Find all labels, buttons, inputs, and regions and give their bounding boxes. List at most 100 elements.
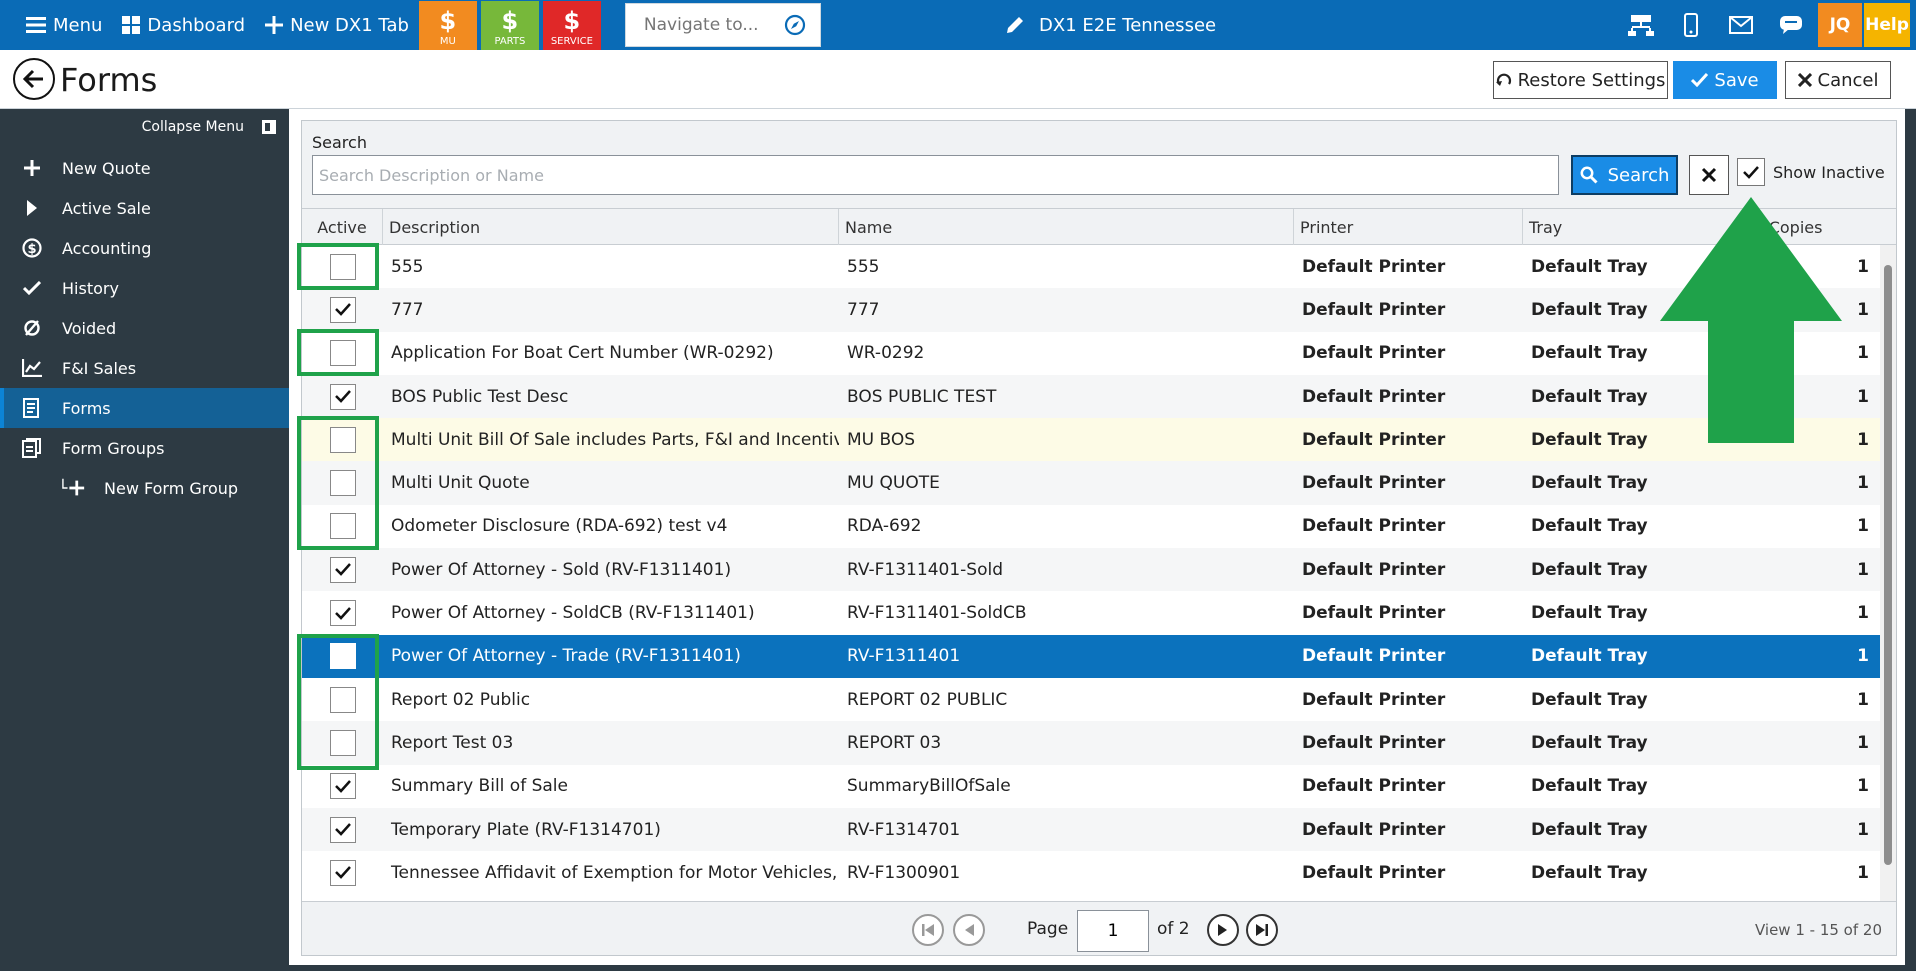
compass-icon[interactable]: [784, 14, 806, 36]
description-cell: Report Test 03: [391, 732, 514, 753]
vertical-scrollbar[interactable]: [1880, 245, 1896, 925]
sidebar-item-form-groups[interactable]: Form Groups: [0, 428, 289, 468]
first-page-button[interactable]: [912, 914, 944, 946]
table-row[interactable]: Odometer Disclosure (RDA-692) test v4 RDA…: [302, 505, 1896, 548]
close-icon: [1701, 167, 1717, 183]
table-row[interactable]: Application For Boat Cert Number (WR-029…: [302, 332, 1896, 375]
table-row[interactable]: Power Of Attorney - SoldCB (RV-F1311401)…: [302, 591, 1896, 634]
active-checkbox[interactable]: [329, 600, 356, 627]
description-cell: Power Of Attorney - Sold (RV-F1311401): [391, 559, 732, 580]
sidebar-item-forms[interactable]: Forms: [0, 388, 289, 428]
sidebar-item-accounting[interactable]: $ Accounting: [0, 228, 289, 268]
column-header-name[interactable]: Name: [839, 209, 1294, 245]
active-checkbox[interactable]: [329, 773, 356, 800]
quick-parts-button[interactable]: $ PARTS: [480, 0, 539, 50]
sidebar-item-history[interactable]: History: [0, 268, 289, 308]
table-row[interactable]: Summary Bill of Sale SummaryBillOfSale Def…: [302, 765, 1896, 808]
new-tab-button[interactable]: New DX1 Tab: [255, 0, 419, 50]
show-inactive-checkbox[interactable]: [1737, 158, 1765, 186]
sitemap-button[interactable]: [1616, 0, 1666, 50]
description-cell: Tennessee Affidavit of Exemption for Mot…: [391, 862, 839, 883]
table-row[interactable]: Power Of Attorney - Sold (RV-F1311401) RV…: [302, 548, 1896, 592]
active-cell: [302, 375, 383, 418]
printer-cell: Default Printer: [1302, 603, 1446, 624]
save-button[interactable]: Save: [1673, 61, 1777, 99]
column-header-description[interactable]: Description: [383, 209, 839, 245]
sidebar-item-new-form-group[interactable]: New Form Group: [0, 468, 289, 508]
column-header-active[interactable]: Active: [302, 209, 383, 245]
restore-settings-button[interactable]: Restore Settings: [1493, 61, 1668, 99]
table-row[interactable]: Multi Unit Quote MU QUOTE Default Printer D…: [302, 461, 1896, 505]
copies-cell: 1: [1857, 559, 1869, 580]
tray-cell: Default Tray: [1531, 473, 1648, 494]
up-arrow-annotation: [1660, 197, 1842, 443]
sidebar-item-label: F&I Sales: [62, 358, 137, 378]
show-inactive-toggle: Show Inactive: [1737, 158, 1885, 186]
back-button[interactable]: [13, 58, 55, 100]
user-avatar-button[interactable]: JQ: [1818, 3, 1862, 47]
table-row[interactable]: Power Of Attorney - Trade (RV-F1311401) R…: [302, 634, 1896, 678]
description-cell: Multi Unit Bill Of Sale includes Parts, …: [391, 429, 839, 450]
search-input[interactable]: [312, 155, 1559, 195]
table-row[interactable]: 555 555 Default Printer Default Tray 1: [302, 245, 1896, 288]
column-header-printer[interactable]: Printer: [1294, 209, 1523, 245]
active-checkbox[interactable]: [329, 296, 356, 323]
sidebar-item-voided[interactable]: Voided: [0, 308, 289, 348]
collapse-menu-button[interactable]: Collapse Menu: [142, 119, 276, 135]
new-tab-label: New DX1 Tab: [290, 14, 409, 36]
quick-parts-label: PARTS: [494, 35, 526, 47]
play-icon: [20, 200, 44, 216]
table-row[interactable]: Temporary Plate (RV-F1314701) RV-F1314701…: [302, 807, 1896, 852]
table-row[interactable]: BOS Public Test Desc BOS PUBLIC TEST Defau…: [302, 374, 1896, 419]
sidebar-item-new-quote[interactable]: New Quote: [0, 148, 289, 188]
active-cell: [302, 548, 383, 591]
active-cell: [302, 808, 383, 851]
next-page-button[interactable]: [1207, 914, 1239, 946]
sidebar-item-active-sale[interactable]: Active Sale: [0, 188, 289, 228]
name-cell: RV-F1311401-SoldCB: [847, 603, 1027, 624]
sidebar-item-fi-sales[interactable]: F&I Sales: [0, 348, 289, 388]
navigate-input[interactable]: [643, 15, 774, 35]
cancel-button[interactable]: Cancel: [1785, 61, 1891, 99]
dashboard-icon: [122, 16, 141, 34]
dashboard-button[interactable]: Dashboard: [112, 0, 255, 50]
description-cell: 777: [391, 299, 424, 320]
name-cell: RDA-692: [847, 516, 922, 537]
scrollbar-thumb[interactable]: [1884, 265, 1892, 865]
previous-page-button[interactable]: [953, 914, 985, 946]
mail-button[interactable]: [1716, 0, 1766, 50]
quick-mu-button[interactable]: $ MU: [418, 0, 477, 50]
search-button[interactable]: Search: [1571, 155, 1678, 195]
name-cell: 555: [847, 256, 880, 277]
name-cell: REPORT 03: [847, 732, 942, 753]
name-cell: RV-F1311401: [847, 646, 961, 667]
forms-grid: Active Description Name Printer Tray f C…: [302, 208, 1896, 941]
clear-search-button[interactable]: [1689, 155, 1729, 195]
table-row[interactable]: Report Test 03 REPORT 03 Default Printer De…: [302, 721, 1896, 765]
chat-button[interactable]: [1766, 0, 1816, 50]
help-button[interactable]: Help: [1864, 3, 1910, 47]
description-cell: Odometer Disclosure (RDA-692) test v4: [391, 516, 728, 537]
sidebar-item-label: Accounting: [62, 238, 152, 258]
quick-service-button[interactable]: $ SERVICE: [542, 0, 601, 50]
sidebar-item-label: Forms: [62, 398, 111, 418]
active-checkbox[interactable]: [329, 383, 356, 410]
active-checkbox[interactable]: [329, 556, 356, 583]
table-row[interactable]: Report 02 Public REPORT 02 PUBLIC Default …: [302, 678, 1896, 721]
highlight-box: [297, 416, 379, 550]
table-row[interactable]: 777 777 Default Printer Default Tray 1: [302, 288, 1896, 332]
pencil-icon[interactable]: [1005, 15, 1025, 35]
table-row[interactable]: Multi Unit Bill Of Sale includes Parts, …: [302, 418, 1896, 462]
last-page-button[interactable]: [1246, 914, 1278, 946]
copies-cell: 1: [1857, 689, 1869, 710]
printer-cell: Default Printer: [1302, 429, 1446, 450]
active-checkbox[interactable]: [329, 816, 356, 843]
mobile-button[interactable]: [1666, 0, 1716, 50]
page-number-input[interactable]: [1077, 910, 1149, 952]
menu-button[interactable]: Menu: [16, 0, 112, 50]
active-checkbox[interactable]: [329, 859, 356, 886]
checkmark-icon: [334, 779, 351, 793]
tray-cell: Default Tray: [1531, 819, 1648, 840]
table-row[interactable]: Tennessee Affidavit of Exemption for Mot…: [302, 851, 1896, 894]
printer-cell: Default Printer: [1302, 473, 1446, 494]
